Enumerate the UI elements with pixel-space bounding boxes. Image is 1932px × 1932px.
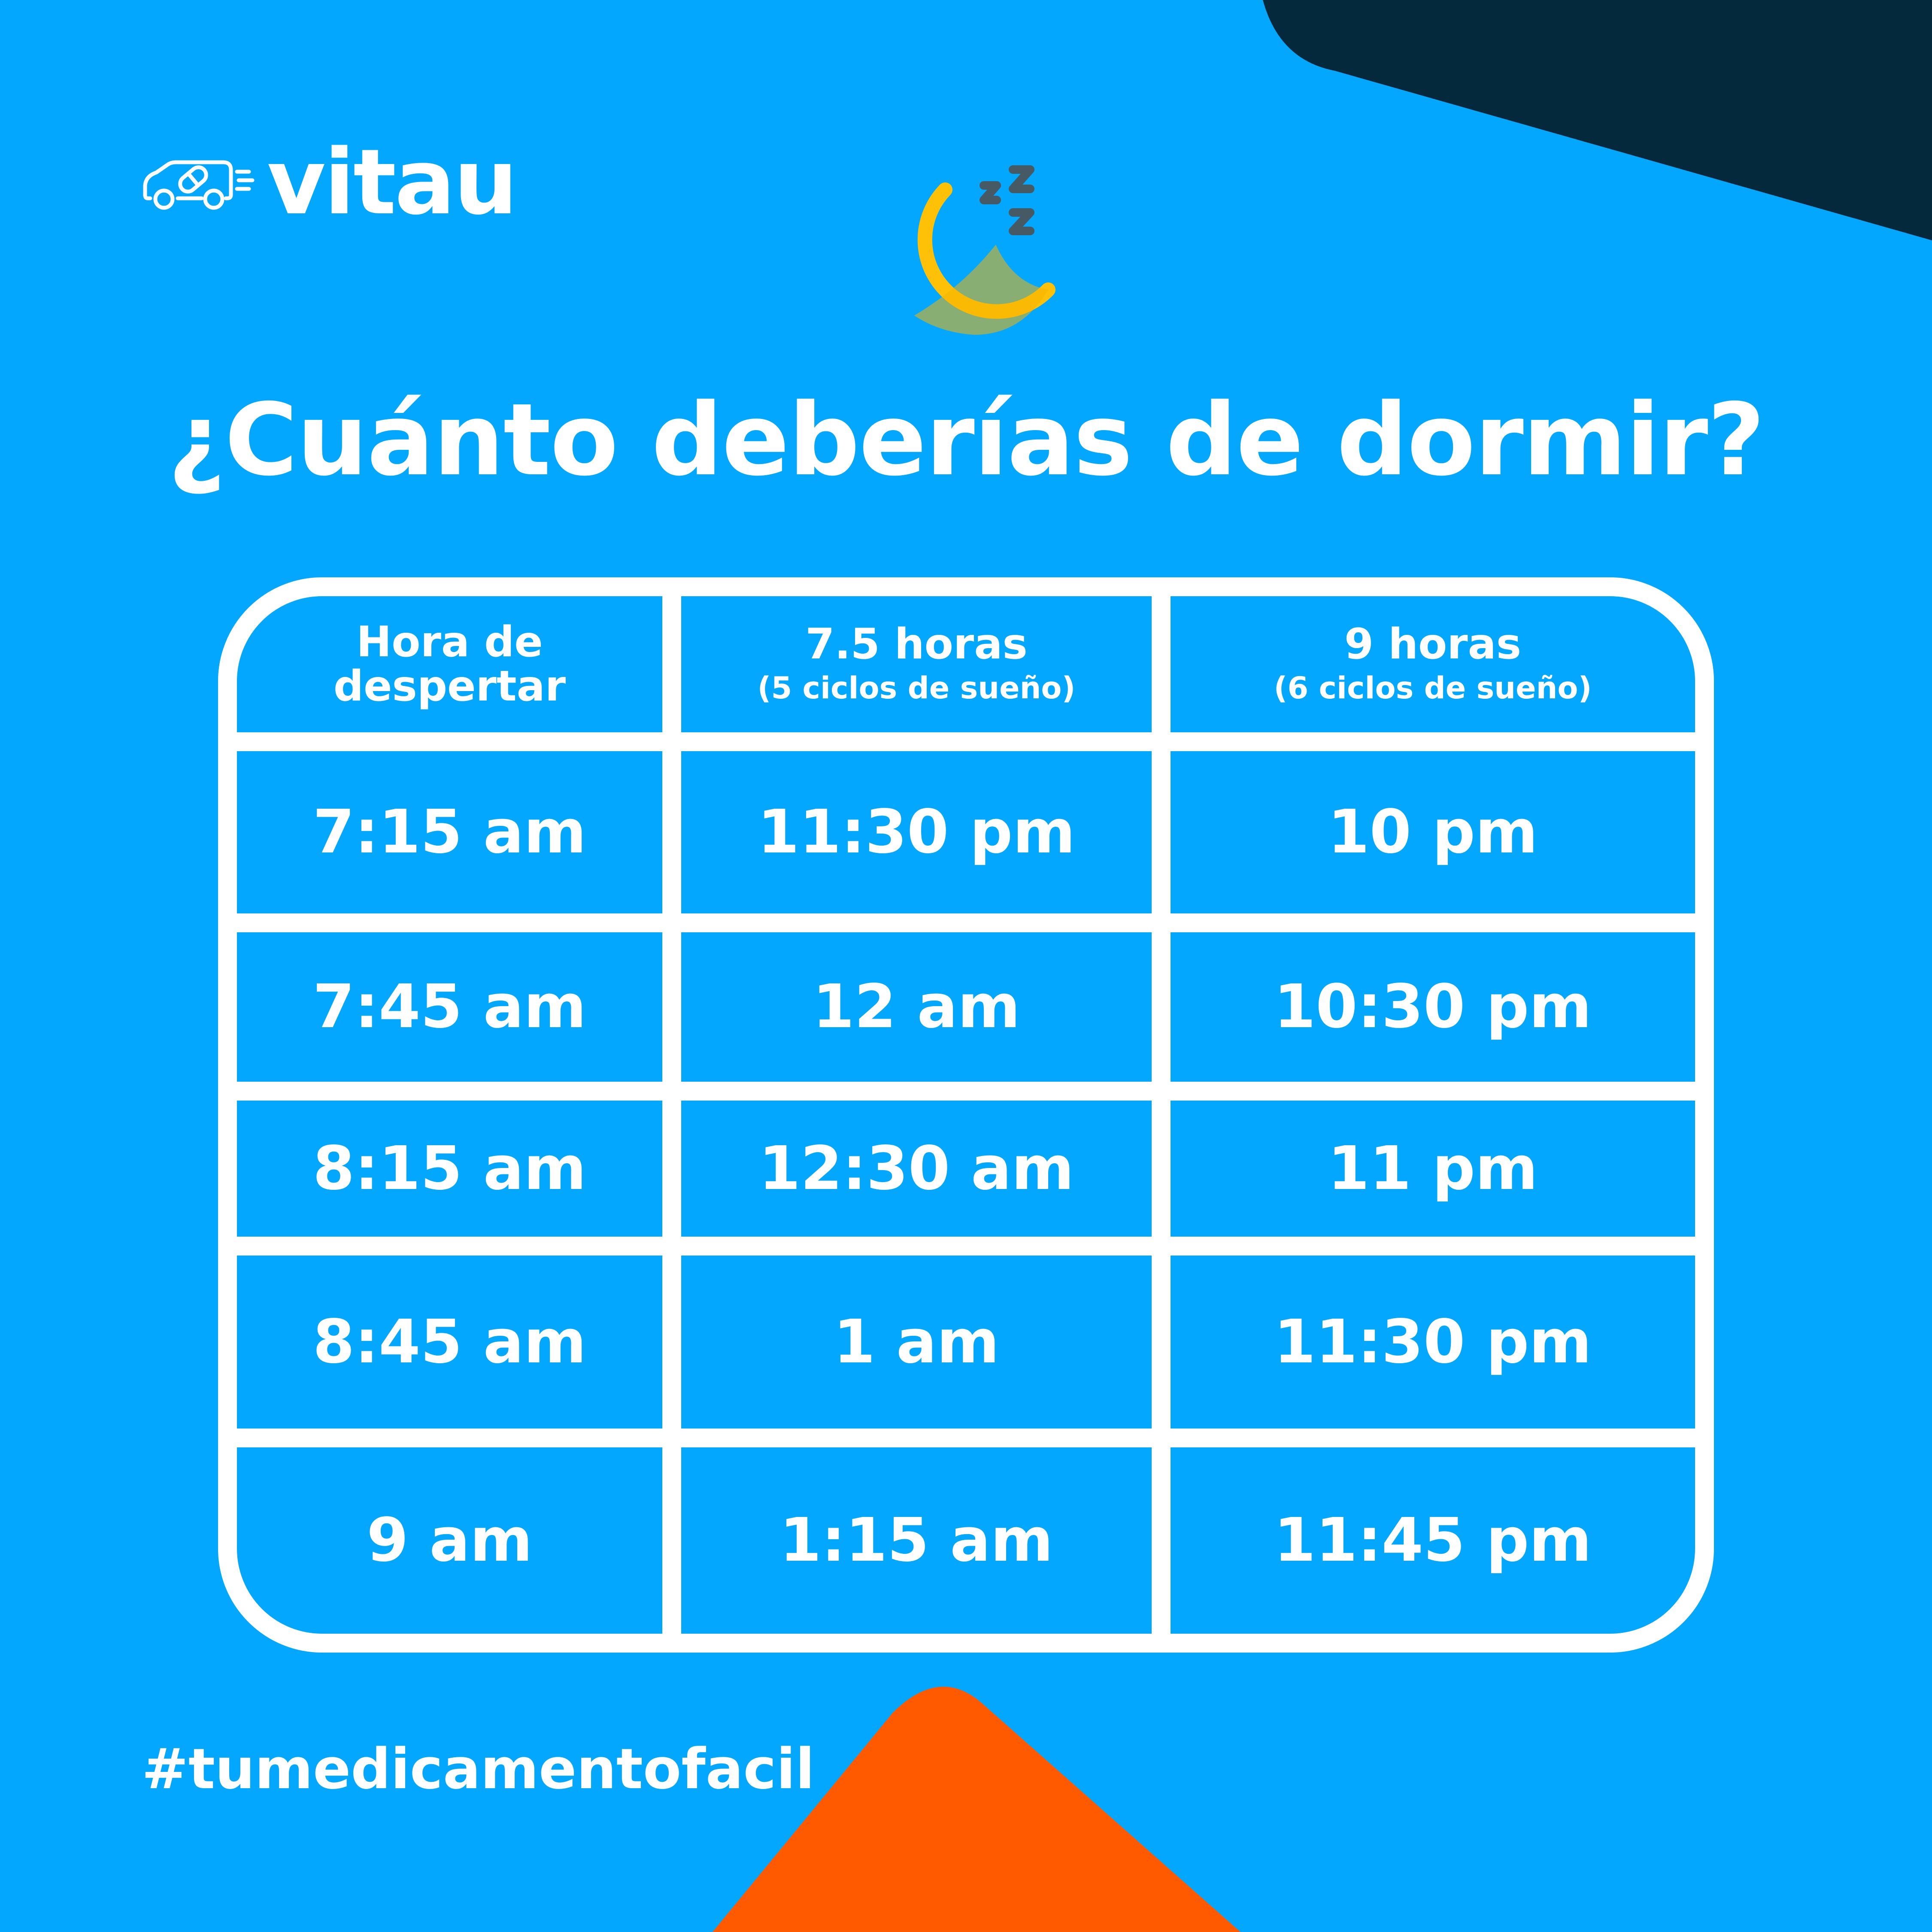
brand-logo: vitau <box>142 137 518 227</box>
bedtime-9h-cell: 10:30 pm <box>1274 972 1592 1042</box>
wake-time-cell: 8:15 am <box>312 1133 587 1204</box>
wake-time-cell: 9 am <box>367 1505 533 1575</box>
header-cell-wake: Hora de despertar <box>237 596 662 732</box>
header-9-hours-title: 9 horas <box>1344 620 1522 669</box>
header-7-5-hours-cycles: (5 ciclos de sueño) <box>757 670 1076 706</box>
brand-name: vitau <box>267 130 518 235</box>
bedtime-7-5h-cell: 1 am <box>833 1307 1000 1377</box>
delivery-van-pill-icon <box>143 160 255 210</box>
bottom-orange-triangle <box>713 1686 1240 1932</box>
wake-time-cell: 8:45 am <box>312 1307 587 1377</box>
bedtime-9h-cell: 11 pm <box>1328 1133 1538 1204</box>
wake-time-cell: 7:15 am <box>312 797 587 867</box>
bedtime-9h-cell: 10 pm <box>1328 797 1538 867</box>
sleeping-moon-icon <box>914 165 1055 335</box>
hashtag: #tumedicamentofacil <box>142 1736 815 1802</box>
header-wake-line2: despertar <box>333 661 566 711</box>
wake-time-cell: 7:45 am <box>312 972 587 1042</box>
header-wake-line1: Hora de <box>356 617 543 667</box>
top-right-dark-shape <box>1263 0 1932 240</box>
header-cell-7-5-hours: 7.5 horas (5 ciclos de sueño) <box>681 596 1152 732</box>
header-9-hours-cycles: (6 ciclos de sueño) <box>1274 670 1592 706</box>
bedtime-7-5h-cell: 11:30 pm <box>757 797 1076 867</box>
infographic: vitau ¿Cuánto deberías de dormir? Hora d… <box>0 0 1932 1932</box>
page-title: ¿Cuánto deberías de dormir? <box>167 382 1765 498</box>
header-7-5-hours-title: 7.5 horas <box>805 620 1028 669</box>
bedtime-9h-cell: 11:30 pm <box>1274 1307 1592 1377</box>
bedtime-7-5h-cell: 1:15 am <box>779 1505 1053 1575</box>
zzz-icon <box>980 165 1034 235</box>
bedtime-9h-cell: 11:45 pm <box>1274 1505 1592 1575</box>
bedtime-7-5h-cell: 12 am <box>813 972 1020 1042</box>
bedtime-7-5h-cell: 12:30 am <box>758 1133 1074 1204</box>
header-cell-9-hours: 9 horas (6 ciclos de sueño) <box>1171 596 1695 732</box>
